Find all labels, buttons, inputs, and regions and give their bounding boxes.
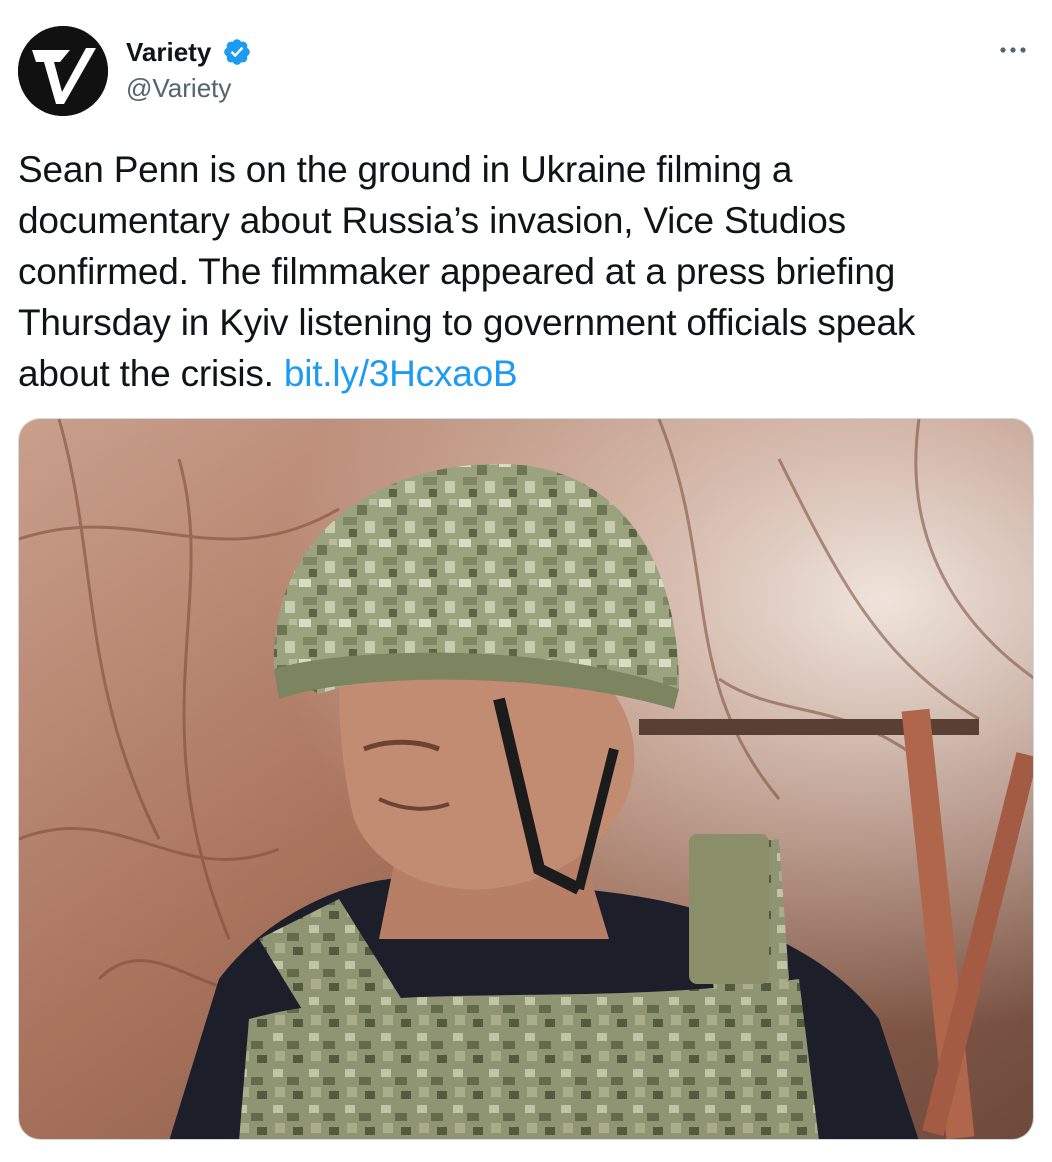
verified-badge-icon [224,39,250,65]
author-handle[interactable]: @Variety [126,72,231,104]
variety-avatar[interactable] [18,26,108,116]
tweet-media-image[interactable] [18,418,1034,1140]
author-display-name[interactable]: Variety [126,36,211,68]
tweet-text-line: documentary about Russia’s invasion, Vic… [18,200,846,241]
tweet-text-tail: about the crisis. [18,353,274,394]
tweet-text-line: Sean Penn is on the ground in Ukraine fi… [18,149,793,190]
tweet-text: Sean Penn is on the ground in Ukraine fi… [18,144,1044,399]
tweet-text-line: confirmed. The filmmaker appeared at a p… [18,251,896,292]
tweet-text-line: Thursday in Kyiv listening to government… [18,302,916,343]
tweet-text-line-last: about the crisis. bit.ly/3HcxaoB [18,348,1044,399]
tweet-card: Variety @Variety Sean Penn is on the gro… [0,0,1052,1162]
tweet-link[interactable]: bit.ly/3HcxaoB [284,353,518,394]
man-in-camouflage-helmet-photo [19,419,1033,1139]
more-options-icon[interactable] [996,38,1030,62]
variety-v-logo-icon [18,26,108,116]
